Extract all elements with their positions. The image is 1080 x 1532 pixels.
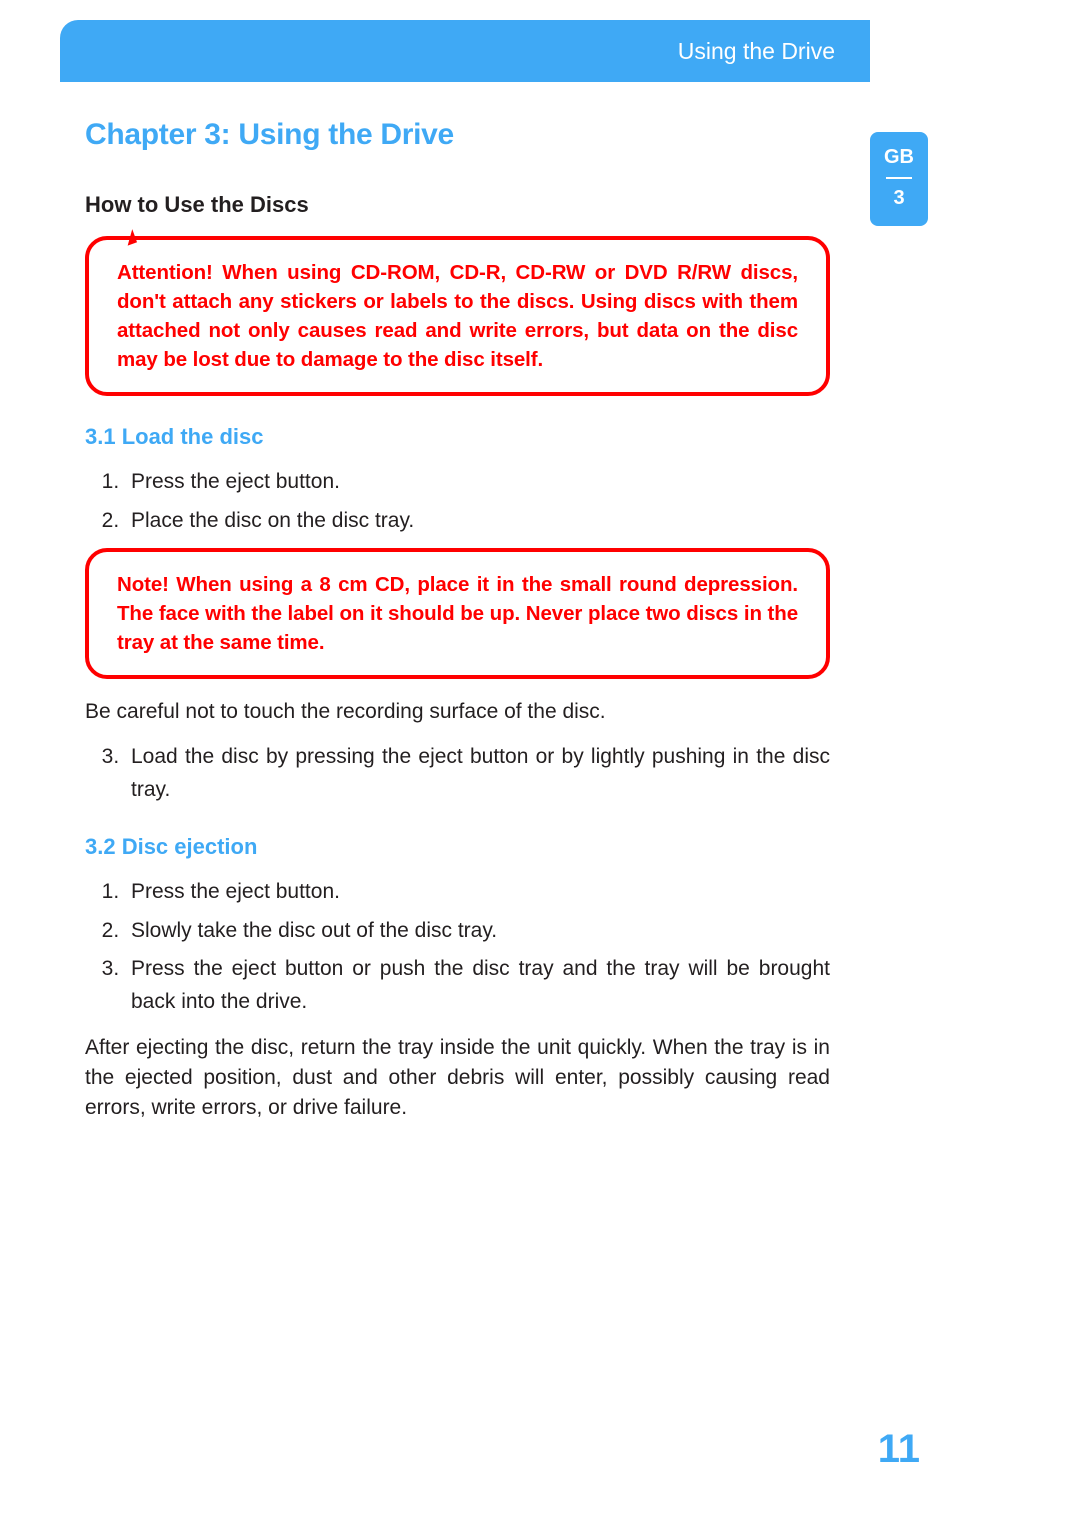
list-item: Press the eject button. [125,876,830,909]
page: Using the Drive GB 3 Chapter 3: Using th… [0,0,1080,1532]
list-item: Press the eject button or push the disc … [125,953,830,1018]
list-item: Press the eject button. [125,466,830,499]
subsection-3-2: 3.2 Disc ejection [85,834,830,860]
header-bar: Using the Drive [60,20,870,82]
paragraph: After ejecting the disc, return the tray… [85,1033,830,1124]
steps-3-1-b: Load the disc by pressing the eject butt… [85,741,830,806]
note-text: Note! When using a 8 cm CD, place it in … [117,570,798,657]
steps-3-1-a: Press the eject button. Place the disc o… [85,466,830,537]
chapter-title: Chapter 3: Using the Drive [85,118,830,152]
attention-callout: Attention! When using CD-ROM, CD-R, CD-R… [85,236,830,396]
side-tab-divider [886,177,912,179]
attention-text: Attention! When using CD-ROM, CD-R, CD-R… [117,258,798,374]
list-item: Load the disc by pressing the eject butt… [125,741,830,806]
content-column: Chapter 3: Using the Drive How to Use th… [85,118,830,1138]
note-callout: Note! When using a 8 cm CD, place it in … [85,548,830,679]
paragraph: Be careful not to touch the recording su… [85,697,830,727]
side-tab-chapter: 3 [870,187,928,210]
header-title: Using the Drive [678,38,835,65]
list-item: Place the disc on the disc tray. [125,505,830,538]
subsection-3-1: 3.1 Load the disc [85,424,830,450]
steps-3-2: Press the eject button. Slowly take the … [85,876,830,1018]
side-tab: GB 3 [870,132,928,226]
side-tab-lang: GB [870,146,928,169]
page-number: 11 [878,1427,920,1472]
section-how-to-use-discs: How to Use the Discs [85,192,830,218]
list-item: Slowly take the disc out of the disc tra… [125,915,830,948]
